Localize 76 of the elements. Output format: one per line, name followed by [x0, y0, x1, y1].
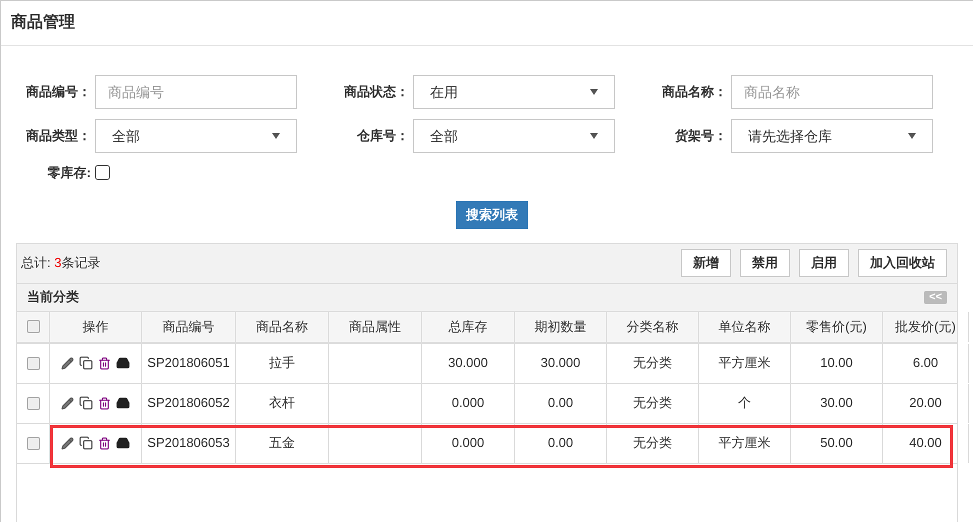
- edit-icon[interactable]: [61, 356, 74, 370]
- table-cell: 50.00: [791, 424, 883, 462]
- column-header: 零售价(元): [791, 312, 883, 342]
- table-cell: 平方厘米: [699, 424, 791, 462]
- dropdown-icon: [908, 133, 916, 139]
- trash-icon[interactable]: [98, 356, 111, 370]
- row-checkbox[interactable]: [26, 436, 40, 450]
- inbox-icon[interactable]: [116, 396, 130, 410]
- field-label: 零库存:: [48, 164, 91, 182]
- table-cell: 衣杆: [236, 384, 329, 422]
- table-cell: 0.00: [515, 384, 607, 422]
- table-cell: 无分类: [607, 344, 699, 382]
- table-cell: 无分类: [607, 424, 699, 462]
- table-cell: SP201806051: [142, 344, 236, 382]
- row-checkbox[interactable]: [26, 320, 40, 333]
- column-header: 商品编号: [142, 312, 236, 342]
- inbox-icon[interactable]: [116, 436, 130, 450]
- edit-icon[interactable]: [61, 396, 74, 410]
- row-checkbox[interactable]: [26, 356, 40, 370]
- select-field[interactable]: 全部: [95, 119, 297, 153]
- select-field[interactable]: 全部: [413, 119, 615, 153]
- column-header: 商品名称: [236, 312, 329, 342]
- column-header: 单位名称: [699, 312, 791, 342]
- table-cell: 0.00: [515, 424, 607, 462]
- column-header: 商品属性: [329, 312, 422, 342]
- toolbar-button[interactable]: 新增: [681, 249, 731, 277]
- text-field[interactable]: 商品编号: [95, 75, 297, 109]
- table-cell: SP201806052: [142, 384, 236, 422]
- table-cell: 30.00: [791, 384, 883, 422]
- table-cell: SP201806053: [142, 424, 236, 462]
- toolbar-button[interactable]: 禁用: [740, 249, 790, 277]
- table-cell: 30.000: [422, 344, 515, 382]
- table-cell: 40.00: [883, 424, 969, 462]
- trash-icon[interactable]: [98, 436, 111, 450]
- table-cell: 个: [699, 384, 791, 422]
- column-header: 分类名称: [607, 312, 699, 342]
- table-cell: 0.000: [422, 424, 515, 462]
- trash-icon[interactable]: [98, 396, 111, 410]
- field-label: 商品状态：: [344, 83, 409, 102]
- toolbar-button[interactable]: 加入回收站: [858, 249, 947, 277]
- dropdown-icon: [272, 133, 280, 139]
- field-label: 商品编号：: [26, 83, 91, 102]
- page-title: 商品管理: [11, 12, 75, 33]
- dropdown-icon: [590, 89, 598, 95]
- select-field[interactable]: 在用: [413, 75, 615, 109]
- inbox-icon[interactable]: [116, 356, 130, 370]
- dropdown-icon: [590, 133, 598, 139]
- table-cell: 0.000: [422, 384, 515, 422]
- field-label: 仓库号：: [357, 127, 409, 146]
- search-button[interactable]: 搜索列表: [456, 200, 528, 228]
- field-label: 货架号：: [675, 127, 727, 146]
- column-header: 期初数量: [515, 312, 607, 342]
- table-cell: 无分类: [607, 384, 699, 422]
- field-label: 商品类型：: [26, 127, 91, 146]
- table-cell: 五金: [236, 424, 329, 462]
- record-count: 总计: 3条记录: [21, 254, 100, 272]
- table-cell: 30.000: [515, 344, 607, 382]
- table-cell: 20.00: [883, 384, 969, 422]
- copy-icon[interactable]: [79, 436, 93, 450]
- category-label: 当前分类: [27, 288, 79, 306]
- toolbar-button[interactable]: 启用: [799, 249, 849, 277]
- field-label: 商品名称：: [662, 83, 727, 102]
- table-cell: 拉手: [236, 344, 329, 382]
- row-checkbox[interactable]: [26, 396, 40, 410]
- column-header: 总库存: [422, 312, 515, 342]
- table-cell: 10.00: [791, 344, 883, 382]
- column-header: 批发价(元): [883, 312, 969, 342]
- table-cell: 平方厘米: [699, 344, 791, 382]
- table-cell: 6.00: [883, 344, 969, 382]
- text-field[interactable]: 商品名称: [731, 75, 933, 109]
- edit-icon[interactable]: [61, 436, 74, 450]
- copy-icon[interactable]: [79, 396, 93, 410]
- select-field[interactable]: 请先选择仓库: [731, 119, 933, 153]
- copy-icon[interactable]: [79, 356, 93, 370]
- column-header: 操作: [50, 312, 142, 342]
- checkbox[interactable]: [95, 165, 110, 180]
